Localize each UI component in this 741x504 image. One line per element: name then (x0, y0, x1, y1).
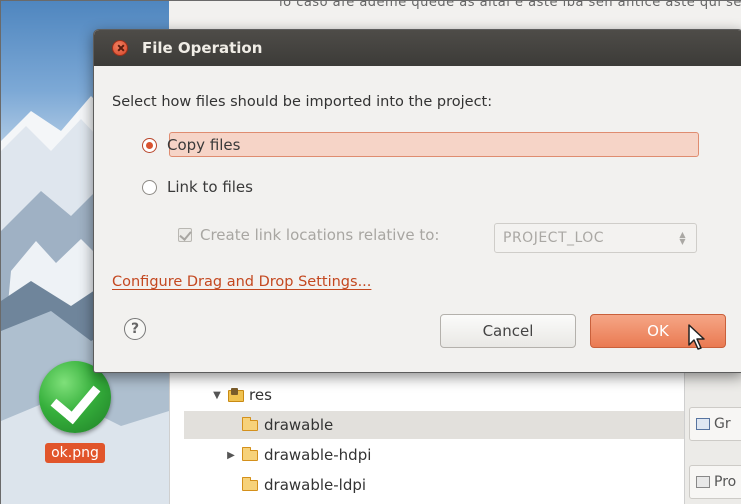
option-link-to-files[interactable]: Link to files (142, 174, 253, 200)
tab-label: Pro (714, 474, 737, 490)
tab-properties[interactable]: Pro (689, 465, 741, 499)
folder-icon (241, 416, 258, 431)
dialog-titlebar[interactable]: File Operation (94, 30, 741, 66)
chevron-down-icon[interactable]: ▼ (210, 390, 224, 401)
help-icon[interactable]: ? (124, 318, 146, 340)
checkbox-label: Create link locations relative to: (200, 226, 440, 244)
cancel-button[interactable]: Cancel (440, 314, 576, 348)
tab-label: Gr (714, 416, 731, 432)
configure-drag-drop-link[interactable]: Configure Drag and Drop Settings... (112, 274, 371, 290)
relative-location-checkbox[interactable] (178, 228, 192, 242)
option-label: Link to files (167, 178, 253, 196)
select-value: PROJECT_LOC (503, 230, 605, 246)
radio-copy-files[interactable] (142, 137, 157, 153)
tab-graphical-layout[interactable]: Gr (689, 407, 741, 441)
select-spinner-icon: ▲ ▼ (679, 230, 686, 246)
tree-item-drawable[interactable]: drawable (184, 411, 684, 439)
layout-icon (696, 418, 710, 430)
folder-icon (241, 476, 258, 491)
relative-location-row: Create link locations relative to: (178, 226, 439, 244)
tree-item-label: drawable-ldpi (264, 476, 367, 494)
tree-item-label: res (249, 386, 272, 404)
dialog-prompt: Select how files should be imported into… (112, 94, 493, 110)
cut-off-text: lo caso afe ademe quede as altai e aste … (279, 1, 741, 10)
properties-icon (696, 476, 710, 488)
tree-item-drawable-ldpi[interactable]: drawable-ldpi (241, 471, 367, 499)
dialog-title: File Operation (142, 39, 263, 57)
option-label: Copy files (167, 136, 241, 154)
option-copy-files[interactable]: Copy files (142, 132, 240, 158)
mouse-cursor-icon (688, 324, 705, 350)
tree-item-drawable-hdpi[interactable]: ▶ drawable-hdpi (224, 441, 371, 469)
radio-link-to-files[interactable] (142, 179, 157, 195)
copy-files-highlight (169, 132, 699, 157)
folder-icon (241, 446, 258, 461)
desktop-icon-label: ok.png (45, 443, 105, 463)
res-folder-icon (228, 388, 244, 402)
tree-item-label: drawable (264, 416, 334, 434)
close-icon[interactable] (112, 40, 128, 56)
tree-item-label: drawable-hdpi (264, 446, 372, 464)
location-select[interactable]: PROJECT_LOC ▲ ▼ (494, 223, 697, 253)
chevron-right-icon[interactable]: ▶ (224, 450, 238, 461)
tree-item-res[interactable]: ▼ res (210, 381, 272, 409)
desktop-file-ok-png[interactable]: ok.png (35, 361, 115, 463)
file-operation-dialog: File Operation Select how files should b… (93, 29, 741, 373)
